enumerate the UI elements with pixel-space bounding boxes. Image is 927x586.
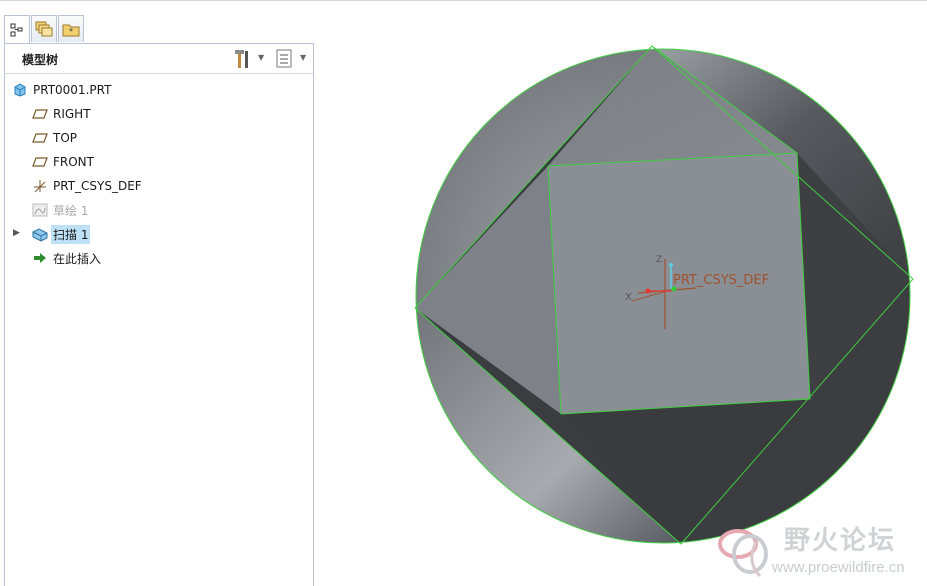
datum-plane-icon	[32, 130, 48, 146]
tree-item-label: PRT0001.PRT	[33, 83, 112, 97]
show-settings-icon[interactable]	[276, 49, 294, 69]
csys-axis-z-label: Z	[656, 255, 663, 265]
csys-label: PRT_CSYS_DEF	[673, 273, 770, 288]
expand-arrow-icon[interactable]: ▶	[13, 228, 20, 238]
tree-item-label: PRT_CSYS_DEF	[53, 179, 142, 193]
sketch-icon	[32, 202, 48, 218]
coordinate-system-icon	[32, 178, 48, 194]
tree-item-part[interactable]: PRT0001.PRT	[12, 80, 113, 100]
tree-item-label: FRONT	[53, 155, 94, 169]
tree-item-insert-here[interactable]: 在此插入	[32, 248, 103, 268]
tree-item-top-plane[interactable]: TOP	[32, 128, 79, 148]
tree-item-label: 草绘 1	[53, 203, 89, 218]
forum-watermark: 野火论坛 www.proewildfire.cn	[714, 518, 921, 580]
graphics-viewport[interactable]: PRT_CSYS_DEF X Z	[315, 1, 927, 586]
panel-header: 模型树 ▼ ▼	[5, 44, 313, 74]
part-icon	[12, 82, 28, 98]
model-tree-icon	[10, 23, 23, 37]
show-dropdown-arrow-icon[interactable]: ▼	[300, 53, 306, 62]
tree-item-right-plane[interactable]: RIGHT	[32, 104, 93, 124]
tab-model-tree[interactable]	[4, 15, 30, 44]
tree-item-csys[interactable]: PRT_CSYS_DEF	[32, 176, 144, 196]
tab-favorites[interactable]: *	[58, 15, 84, 42]
panel-title: 模型树	[22, 53, 59, 67]
flame-logo-icon	[718, 529, 768, 578]
svg-text:*: *	[69, 27, 73, 36]
tree-item-label: RIGHT	[53, 107, 91, 121]
model-tree-panel: 模型树 ▼ ▼	[4, 43, 314, 586]
tree-item-front-plane[interactable]: FRONT	[32, 152, 96, 172]
tree-item-sketch[interactable]: 草绘 1	[32, 200, 90, 220]
watermark-title: 野火论坛	[784, 526, 897, 556]
watermark-url: www.proewildfire.cn	[772, 559, 905, 576]
tools-dropdown-arrow-icon[interactable]: ▼	[258, 53, 264, 62]
tab-layers[interactable]	[31, 15, 57, 42]
tree-item-label: TOP	[53, 131, 78, 145]
tree-item-label: 在此插入	[53, 251, 102, 266]
tools-hammer-icon[interactable]	[232, 48, 252, 70]
navigator-tabs: *	[4, 15, 85, 44]
sweep-feature-icon	[32, 226, 48, 242]
layers-icon	[35, 21, 53, 37]
tree-item-sweep[interactable]: 扫描 1	[32, 224, 91, 244]
favorites-folder-icon: *	[62, 24, 80, 37]
datum-plane-icon	[32, 154, 48, 170]
tree-item-label: 扫描 1	[51, 224, 91, 244]
datum-plane-icon	[32, 106, 48, 122]
insert-arrow-icon	[32, 250, 48, 266]
model-render	[414, 45, 914, 545]
csys-axis-x-label: X	[625, 292, 632, 303]
